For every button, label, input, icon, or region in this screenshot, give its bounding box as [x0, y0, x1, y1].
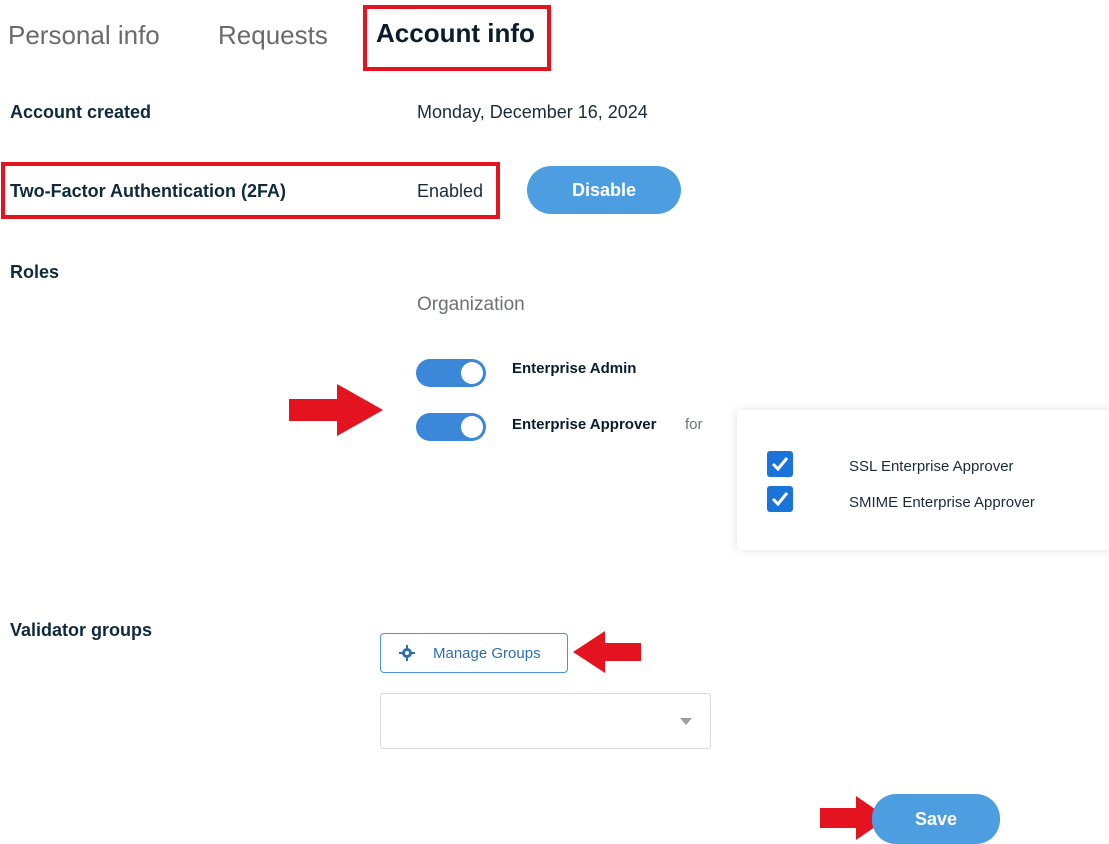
checkmark-icon: [771, 457, 789, 472]
validator-groups-select[interactable]: [380, 693, 711, 749]
chevron-down-icon: [680, 718, 692, 725]
approver-scopes-panel: SSL Enterprise Approver SMIME Enterprise…: [737, 410, 1109, 550]
save-button[interactable]: Save: [872, 794, 1000, 844]
checkmark-icon: [771, 492, 789, 507]
gear-icon: [399, 645, 415, 661]
two-factor-status: Enabled: [417, 181, 484, 201]
account-info-tab-highlight: [363, 5, 551, 71]
account-created-label: Account created: [10, 102, 152, 122]
ssl-approver-checkbox[interactable]: [767, 451, 793, 477]
annotation-arrow-icon: [289, 384, 383, 436]
annotation-arrow-icon: [573, 631, 641, 673]
enterprise-approver-toggle[interactable]: [416, 413, 486, 441]
enterprise-admin-toggle[interactable]: [416, 359, 486, 387]
two-factor-label: Two-Factor Authentication (2FA): [10, 181, 286, 201]
approver-for-label: for: [685, 416, 703, 433]
manage-groups-button[interactable]: Manage Groups: [380, 633, 568, 673]
organization-heading: Organization: [417, 294, 525, 315]
tab-personal-info[interactable]: Personal info: [8, 20, 160, 51]
ssl-approver-label: SSL Enterprise Approver: [849, 458, 1014, 475]
roles-label: Roles: [10, 262, 60, 282]
disable-2fa-button[interactable]: Disable: [527, 166, 681, 214]
tab-requests[interactable]: Requests: [218, 20, 328, 51]
account-created-value: Monday, December 16, 2024: [417, 102, 648, 122]
smime-approver-checkbox[interactable]: [767, 486, 793, 512]
manage-groups-label: Manage Groups: [433, 644, 541, 662]
validator-groups-label: Validator groups: [10, 620, 153, 640]
smime-approver-label: SMIME Enterprise Approver: [849, 494, 1035, 511]
enterprise-admin-label: Enterprise Admin: [512, 360, 637, 377]
enterprise-approver-label: Enterprise Approver: [512, 416, 657, 433]
